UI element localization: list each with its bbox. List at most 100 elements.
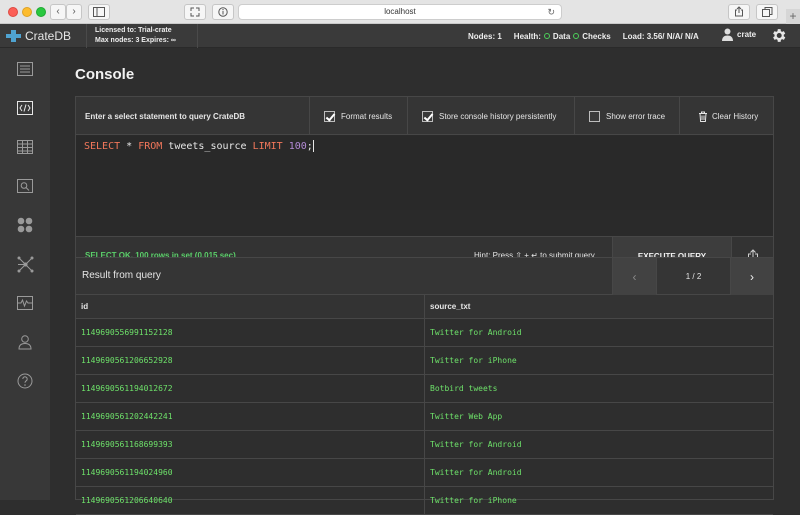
- table-row: 1149690561202442241 Twitter Web App: [76, 403, 773, 431]
- trash-icon: [699, 111, 707, 122]
- sidebar-item-cluster[interactable]: [0, 245, 50, 283]
- license-info: Licensed to: Trial-crate Max nodes: 3 Ex…: [86, 24, 198, 48]
- close-window-button[interactable]: [8, 7, 18, 17]
- sidebar-item-overview[interactable]: [0, 50, 50, 88]
- clear-history-label: Clear History: [712, 111, 759, 121]
- sidebar-item-users[interactable]: [0, 323, 50, 361]
- info-icon: [218, 7, 228, 17]
- results-title: Result from query: [82, 270, 161, 281]
- format-results-checkbox[interactable]: [324, 110, 335, 122]
- search-view-icon: [17, 179, 33, 193]
- sidebar-item-console[interactable]: [0, 89, 50, 127]
- cell-id: 1149690556991152128: [76, 319, 425, 346]
- table-row: 1149690561194024960 Twitter for Android: [76, 459, 773, 487]
- settings-button[interactable]: [770, 27, 787, 49]
- cratedb-logo-icon: [6, 30, 21, 42]
- sidebar-item-help[interactable]: [0, 362, 50, 400]
- table-header-row: id source_txt: [76, 295, 773, 319]
- table-row: 1149690556991152128 Twitter for Android: [76, 319, 773, 347]
- cell-source-txt: Twitter for Android: [430, 468, 522, 477]
- console-prompt: Enter a select statement to query CrateD…: [76, 97, 310, 135]
- shards-icon: [17, 217, 33, 233]
- checks-status-icon: [573, 33, 580, 39]
- list-icon: [17, 62, 33, 76]
- user-menu[interactable]: crate: [722, 28, 756, 41]
- minimize-window-button[interactable]: [22, 7, 32, 17]
- results-table: id source_txt 1149690556991152128 Twitte…: [76, 295, 773, 515]
- format-results-option[interactable]: Format results: [310, 97, 408, 135]
- nodes-count: Nodes: 1: [468, 31, 502, 41]
- sidebar: [0, 48, 50, 500]
- show-error-trace-checkbox[interactable]: [589, 110, 600, 122]
- store-history-checkbox[interactable]: [422, 110, 433, 122]
- share-icon: [735, 6, 743, 17]
- cell-source-txt: Twitter for iPhone: [430, 496, 517, 505]
- cell-id: 1149690561202442241: [76, 403, 425, 430]
- privacy-button[interactable]: [212, 4, 234, 20]
- table-icon: [17, 140, 33, 154]
- monitoring-icon: [17, 296, 33, 310]
- column-header-id[interactable]: id: [76, 295, 425, 318]
- clear-history-button[interactable]: Clear History: [680, 97, 773, 135]
- console-icon: [17, 101, 33, 115]
- cell-source-txt: Twitter for iPhone: [430, 356, 517, 365]
- sidebar-item-tables[interactable]: [0, 128, 50, 166]
- page-indicator: 1 / 2: [656, 258, 730, 295]
- health-status: Health: Data Checks: [514, 32, 611, 41]
- cell-id: 1149690561194012672: [76, 375, 425, 402]
- user-icon: [722, 28, 733, 41]
- license-line: Licensed to: Trial-crate: [95, 27, 172, 34]
- next-page-button[interactable]: ›: [730, 258, 773, 295]
- users-icon: [18, 334, 32, 349]
- query-keyword-limit: LIMIT: [252, 141, 283, 152]
- zoom-window-button[interactable]: [36, 7, 46, 17]
- address-bar[interactable]: localhost ↻: [238, 4, 562, 20]
- show-error-trace-option[interactable]: Show error trace: [575, 97, 680, 135]
- tabs-overview-button[interactable]: [756, 4, 778, 20]
- help-icon: [17, 373, 33, 389]
- reader-button[interactable]: [184, 4, 206, 20]
- store-history-option[interactable]: Store console history persistently: [408, 97, 575, 135]
- chevron-left-icon: ‹: [632, 269, 637, 284]
- reload-icon[interactable]: ↻: [547, 5, 555, 19]
- app-header: CrateDB Licensed to: Trial-crate Max nod…: [0, 24, 800, 48]
- username: crate: [737, 30, 757, 39]
- table-row: 1149690561206640640 Twitter for iPhone: [76, 487, 773, 515]
- chevron-right-icon: ›: [72, 6, 76, 17]
- cell-source-txt: Twitter Web App: [430, 412, 503, 421]
- query-star: *: [120, 141, 139, 152]
- forward-button[interactable]: ›: [66, 4, 82, 20]
- query-limit-number: 100: [288, 141, 307, 152]
- sidebar-item-monitoring[interactable]: [0, 284, 50, 322]
- gear-icon: [773, 29, 786, 42]
- cell-source-txt: Botbird tweets: [430, 384, 498, 393]
- column-header-source-txt[interactable]: source_txt: [425, 295, 773, 318]
- sidebar-toggle-button[interactable]: [88, 4, 110, 20]
- share-page-button[interactable]: [728, 4, 750, 20]
- cell-id: 1149690561206640640: [76, 487, 425, 514]
- data-status-icon: [543, 33, 550, 39]
- back-button[interactable]: ‹: [50, 4, 66, 20]
- results-header: Result from query ‹ 1 / 2 ›: [76, 258, 773, 295]
- store-history-label: Store console history persistently: [439, 111, 557, 121]
- plus-icon: +: [789, 9, 797, 23]
- new-tab-button[interactable]: +: [786, 9, 800, 24]
- sidebar-item-shards[interactable]: [0, 206, 50, 244]
- query-editor[interactable]: SELECT * FROM tweets_source LIMIT 100;: [76, 136, 773, 210]
- previous-page-button[interactable]: ‹: [612, 258, 656, 295]
- query-keyword-select: SELECT: [84, 141, 121, 152]
- url-text: localhost: [384, 7, 416, 16]
- sidebar-item-views[interactable]: [0, 167, 50, 205]
- main-content: Console Enter a select statement to quer…: [50, 48, 800, 515]
- health-label: Health:: [513, 31, 541, 41]
- console-toolbar: Enter a select statement to query CrateD…: [76, 97, 773, 135]
- logo[interactable]: CrateDB: [6, 28, 71, 44]
- text-cursor: [312, 140, 314, 152]
- query-keyword-from: FROM: [138, 141, 163, 152]
- results-panel: Result from query ‹ 1 / 2 › id source_tx…: [75, 257, 774, 515]
- tabs-icon: [761, 7, 772, 17]
- max-nodes-line: Max nodes: 3 Expires: ∞: [95, 37, 176, 44]
- cluster-icon: [17, 256, 33, 272]
- browser-toolbar: ‹ › localhost ↻ +: [0, 0, 800, 24]
- show-error-trace-label: Show error trace: [606, 111, 666, 121]
